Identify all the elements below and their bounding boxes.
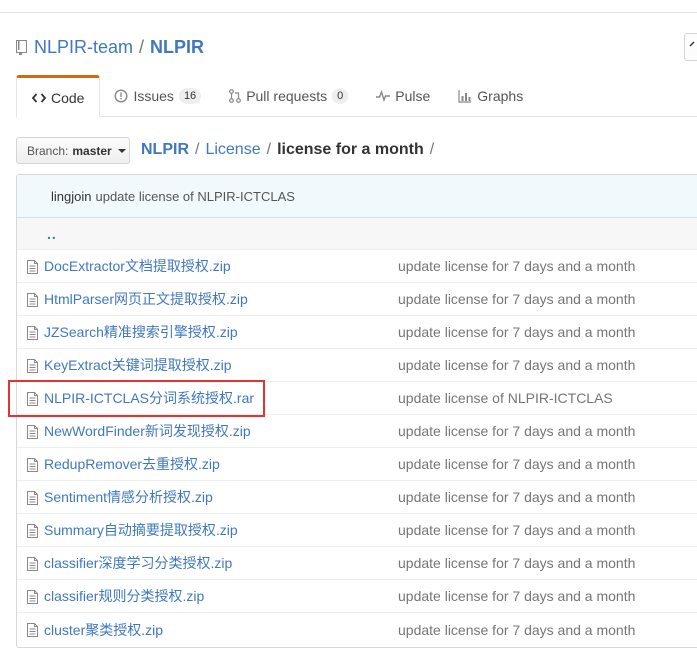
breadcrumb-separator: / <box>266 141 272 158</box>
latest-commit-bar: lingjoin update license of NLPIR-ICTCLAS <box>17 175 697 218</box>
breadcrumb-current: license for a month <box>277 141 424 158</box>
tab-pulse-label: Pulse <box>395 88 431 104</box>
file-icon <box>27 623 38 637</box>
file-name-link[interactable]: RedupRemover去重授权.zip <box>44 454 220 474</box>
tab-code[interactable]: Code <box>16 75 101 118</box>
tab-graphs-label: Graphs <box>477 88 524 104</box>
file-icon <box>27 590 38 604</box>
file-name-link[interactable]: NewWordFinder新词发现授权.zip <box>44 421 251 441</box>
file-commit-message-link[interactable]: update license for 7 days and a month <box>398 324 635 340</box>
repo-separator: / <box>139 36 145 57</box>
file-commit-message-link[interactable]: update license for 7 days and a month <box>398 456 635 472</box>
commit-message-link[interactable]: update license of NLPIR-ICTCLAS <box>95 189 294 204</box>
file-row: NLPIR-ICTCLAS分词系统授权.rar update license of… <box>17 382 697 415</box>
breadcrumb: NLPIR / License / license for a month / <box>141 139 440 161</box>
branch-select-button[interactable]: Branch: master <box>16 137 130 164</box>
graph-icon <box>458 90 472 103</box>
file-name-link[interactable]: cluster聚类授权.zip <box>44 620 163 640</box>
issues-count-badge: 16 <box>178 88 202 104</box>
file-icon <box>27 557 38 571</box>
file-icon <box>27 293 38 307</box>
file-name-link[interactable]: HtmlParser网页正文提取授权.zip <box>44 289 248 309</box>
tab-issues[interactable]: Issues 16 <box>100 75 215 117</box>
file-icon <box>27 359 38 373</box>
file-name-link[interactable]: Sentiment情感分析授权.zip <box>44 487 213 507</box>
tab-pull-requests-label: Pull requests <box>246 88 328 104</box>
breadcrumb-separator: / <box>195 141 200 158</box>
pull-requests-count-badge: 0 <box>332 88 349 104</box>
caret-down-icon <box>117 148 126 153</box>
file-icon <box>27 491 38 505</box>
file-name-link[interactable]: Summary自动摘要提取授权.zip <box>44 520 238 540</box>
tab-pull-requests[interactable]: Pull requests 0 <box>215 75 362 117</box>
file-row: DocExtractor文档提取授权.zip update license for… <box>17 250 697 283</box>
parent-directory-link[interactable]: .. <box>47 226 57 242</box>
file-row: RedupRemover去重授权.zip update license for 7… <box>17 448 697 481</box>
repo-name-link[interactable]: NLPIR <box>150 37 204 58</box>
file-row: classifier规则分类授权.zip update license for 7… <box>17 580 697 613</box>
top-bar <box>0 0 697 13</box>
file-commit-message-link[interactable]: update license for 7 days and a month <box>398 258 635 274</box>
file-row: NewWordFinder新词发现授权.zip update license fo… <box>17 415 697 448</box>
file-icon <box>27 458 38 472</box>
file-row: HtmlParser网页正文提取授权.zip update license for… <box>17 283 697 316</box>
file-commit-message-link[interactable]: update license for 7 days and a month <box>398 357 635 373</box>
tab-pulse[interactable]: Pulse <box>362 75 444 117</box>
file-row: Sentiment情感分析授权.zip update license for 7 … <box>17 481 697 514</box>
file-name-link[interactable]: classifier深度学习分类授权.zip <box>44 553 232 573</box>
eye-icon <box>689 41 695 47</box>
file-row: Summary自动摘要提取授权.zip update license for 7 … <box>17 514 697 547</box>
file-name-link[interactable]: NLPIR-ICTCLAS分词系统授权.rar <box>44 388 254 408</box>
file-icon <box>27 425 38 439</box>
breadcrumb-root-link[interactable]: NLPIR <box>141 141 189 159</box>
file-commit-message-link[interactable]: update license for 7 days and a month <box>398 622 635 638</box>
file-name-link[interactable]: DocExtractor文档提取授权.zip <box>44 256 231 276</box>
file-icon <box>27 524 38 538</box>
watch-button[interactable] <box>684 33 697 61</box>
file-icon <box>27 326 38 340</box>
pulse-icon <box>376 90 391 102</box>
repo-header: NLPIR-team / NLPIR <box>16 34 204 60</box>
pull-request-icon <box>229 89 242 103</box>
branch-name: master <box>72 143 112 158</box>
code-icon <box>32 92 46 103</box>
file-commit-message-link[interactable]: update license for 7 days and a month <box>398 588 635 604</box>
file-row: JZSearch精准搜索引擎授权.zip update license for 7… <box>17 316 697 349</box>
file-commit-message-link[interactable]: update license of NLPIR-ICTCLAS <box>398 390 613 406</box>
file-name-link[interactable]: JZSearch精准搜索引擎授权.zip <box>44 322 238 342</box>
tab-code-label: Code <box>51 89 85 106</box>
commit-author-link[interactable]: lingjoin <box>51 189 91 204</box>
file-commit-message-link[interactable]: update license for 7 days and a month <box>398 489 635 505</box>
file-row: cluster聚类授权.zip update license for 7 days… <box>17 613 697 646</box>
parent-directory-row: .. <box>17 218 697 250</box>
repo-owner-link[interactable]: NLPIR-team <box>34 37 133 58</box>
branch-label: Branch: <box>27 143 69 158</box>
repo-nav-tabs: Code Issues 16 Pull requests 0 Pulse Gra… <box>16 75 697 118</box>
file-list: lingjoin update license of NLPIR-ICTCLAS… <box>16 174 697 648</box>
repo-icon <box>16 39 27 55</box>
tab-issues-label: Issues <box>133 88 174 104</box>
file-name-link[interactable]: classifier规则分类授权.zip <box>44 586 204 606</box>
tab-graphs[interactable]: Graphs <box>444 75 537 117</box>
file-commit-message-link[interactable]: update license for 7 days and a month <box>398 423 635 439</box>
file-name-link[interactable]: KeyExtract关键词提取授权.zip <box>44 355 231 375</box>
file-commit-message-link[interactable]: update license for 7 days and a month <box>398 555 635 571</box>
breadcrumb-trailing-separator: / <box>429 141 435 158</box>
file-commit-message-link[interactable]: update license for 7 days and a month <box>398 522 635 538</box>
file-row: KeyExtract关键词提取授权.zip update license for … <box>17 349 697 382</box>
file-commit-message-link[interactable]: update license for 7 days and a month <box>398 291 635 307</box>
breadcrumb-folder-link[interactable]: License <box>205 141 260 159</box>
file-icon <box>27 260 38 274</box>
file-row: classifier深度学习分类授权.zip update license for… <box>17 547 697 580</box>
file-icon <box>27 392 38 406</box>
issue-icon <box>114 89 128 103</box>
